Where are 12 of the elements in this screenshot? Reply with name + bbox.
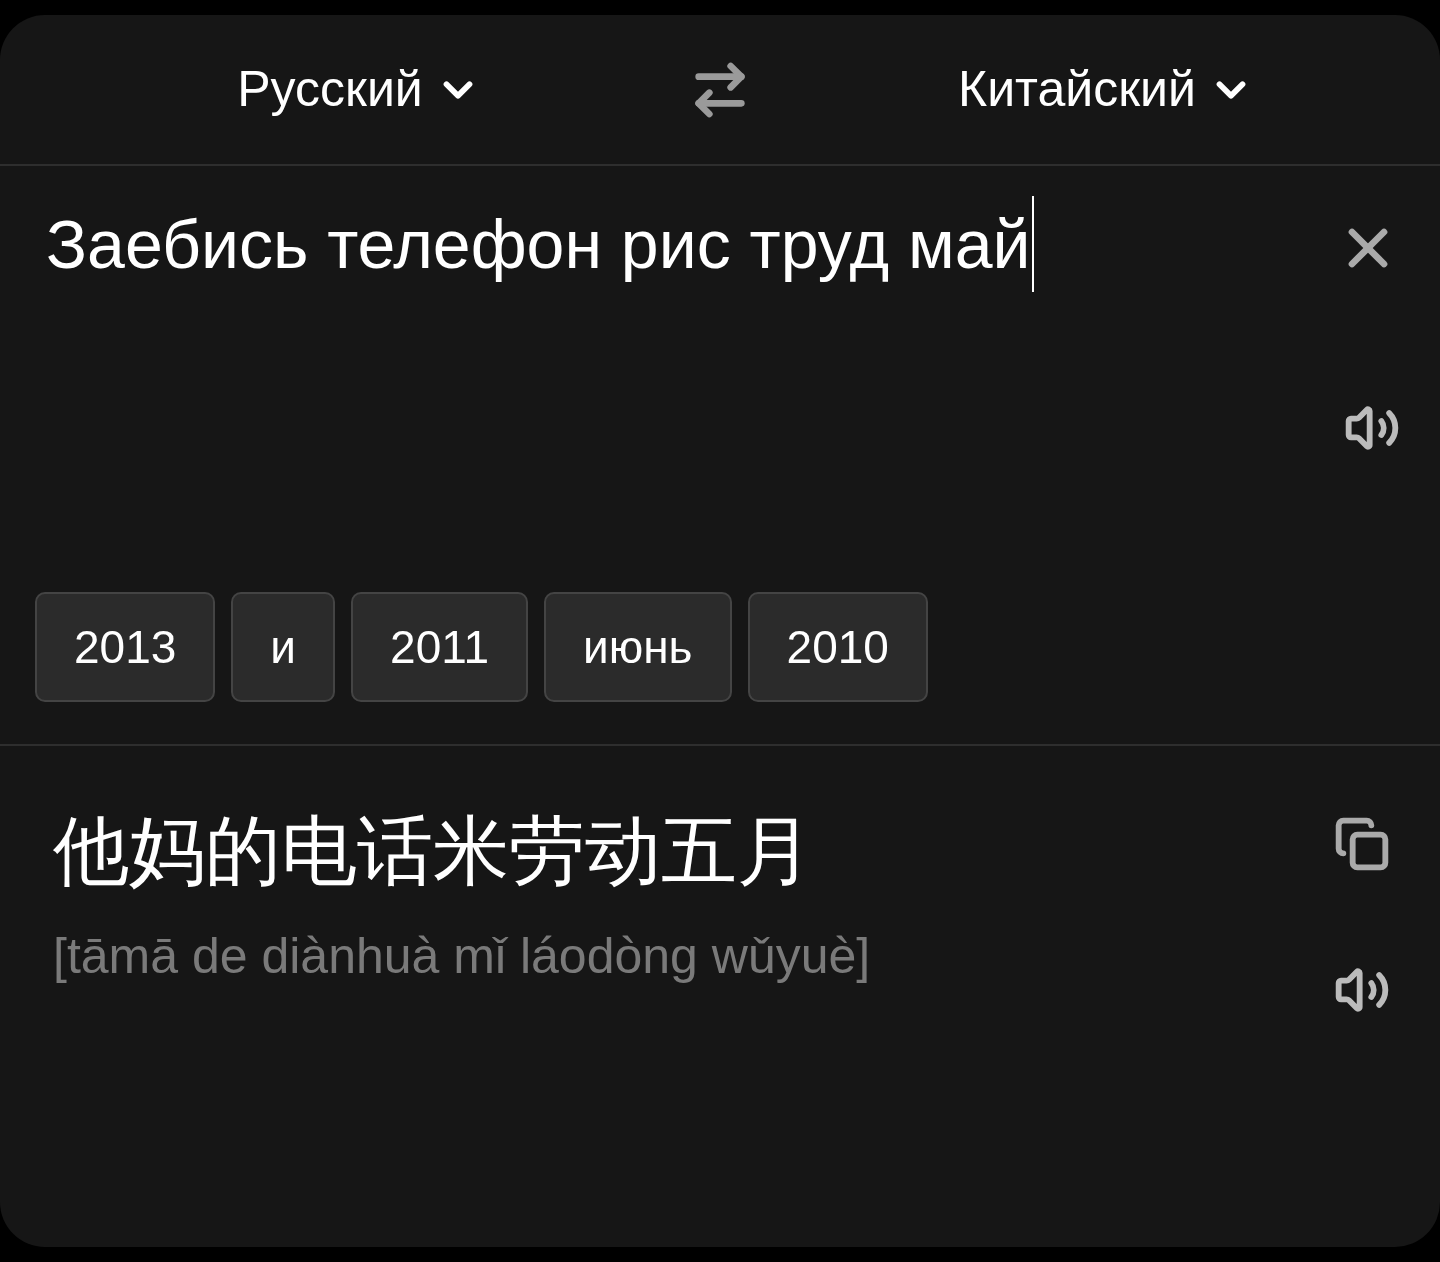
copy-button[interactable] bbox=[1334, 816, 1390, 872]
suggestion-chip[interactable]: 2011 bbox=[351, 592, 528, 702]
suggestion-chip[interactable]: 2010 bbox=[747, 592, 928, 702]
suggestion-chip[interactable]: 2013 bbox=[35, 592, 216, 702]
transliteration-text: [tāmā de diànhuà mǐ láodòng wǔyuè] bbox=[53, 927, 872, 986]
target-language-dropdown[interactable]: Китайский bbox=[958, 52, 1254, 127]
source-language-dropdown[interactable]: Русский bbox=[237, 52, 481, 127]
input-field[interactable]: Заебись телефон рис труд май bbox=[46, 196, 1106, 456]
copy-icon bbox=[1334, 816, 1390, 872]
translation-text: 他妈的电话米劳动五月 bbox=[53, 807, 814, 895]
suggestion-chip[interactable]: июнь bbox=[543, 592, 732, 702]
suggestion-chip[interactable]: и bbox=[231, 592, 336, 702]
